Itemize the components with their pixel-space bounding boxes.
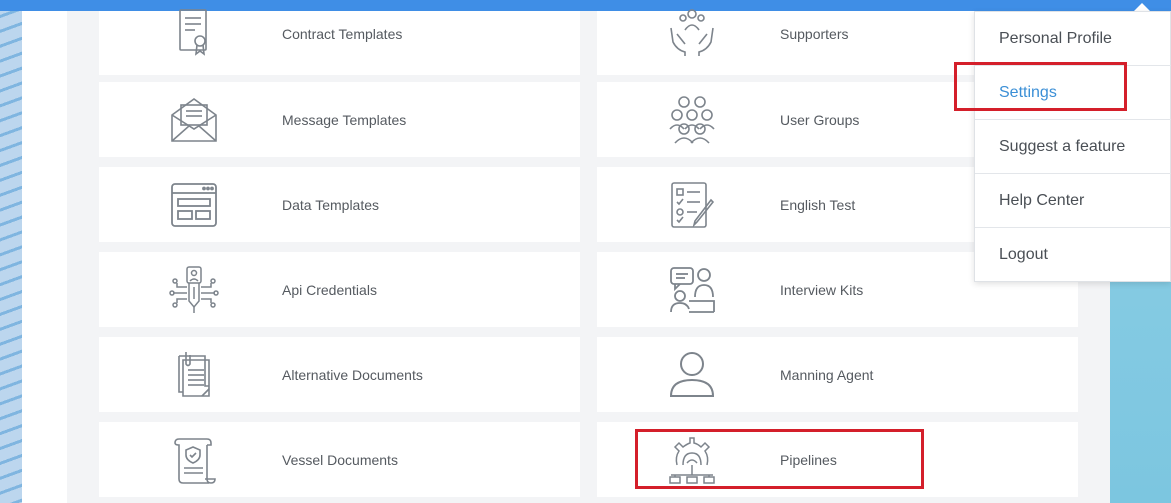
supporters-icon <box>667 8 717 58</box>
card-api-credentials[interactable]: Api Credentials <box>99 252 580 327</box>
card-label: Vessel Documents <box>282 451 398 468</box>
settings-panel: Contract Templates Supporters Message Te… <box>22 8 1110 503</box>
card-vessel-documents[interactable]: Vessel Documents <box>99 422 580 497</box>
card-label: Alternative Documents <box>282 366 423 383</box>
card-label: Interview Kits <box>780 281 864 298</box>
settings-grid: Contract Templates Supporters Message Te… <box>67 8 1110 503</box>
scroll-shield-icon <box>169 435 219 485</box>
card-label: Supporters <box>780 26 849 42</box>
menu-item-suggest-feature[interactable]: Suggest a feature <box>975 120 1171 174</box>
user-group-icon <box>667 95 717 145</box>
contract-icon <box>169 8 219 58</box>
card-label: Contract Templates <box>282 26 403 42</box>
window-layout-icon <box>169 180 219 230</box>
menu-item-settings[interactable]: Settings <box>975 66 1171 120</box>
person-icon <box>667 350 717 400</box>
card-label: Message Templates <box>282 111 407 128</box>
card-message-templates[interactable]: Message Templates <box>99 82 580 157</box>
documents-icon <box>169 350 219 400</box>
card-pipelines[interactable]: Pipelines <box>597 422 1078 497</box>
background-left <box>0 0 22 503</box>
envelope-icon <box>169 95 219 145</box>
pipeline-gear-icon <box>667 435 717 485</box>
card-label: Pipelines <box>780 451 837 468</box>
card-label: Data Templates <box>282 196 380 213</box>
card-label: User Groups <box>780 111 860 128</box>
card-label: Api Credentials <box>282 281 377 298</box>
card-contract-templates[interactable]: Contract Templates <box>99 8 580 75</box>
card-alternative-documents[interactable]: Alternative Documents <box>99 337 580 412</box>
api-key-icon <box>169 265 219 315</box>
test-checklist-icon <box>667 180 717 230</box>
card-label: Manning Agent <box>780 366 874 383</box>
user-menu-dropdown: Personal Profile Settings Suggest a feat… <box>974 11 1171 282</box>
menu-item-personal-profile[interactable]: Personal Profile <box>975 12 1171 66</box>
interview-icon <box>667 265 717 315</box>
card-label: English Test <box>780 196 856 213</box>
menu-item-logout[interactable]: Logout <box>975 228 1171 282</box>
menu-item-help-center[interactable]: Help Center <box>975 174 1171 228</box>
card-manning-agent[interactable]: Manning Agent <box>597 337 1078 412</box>
card-data-templates[interactable]: Data Templates <box>99 167 580 242</box>
